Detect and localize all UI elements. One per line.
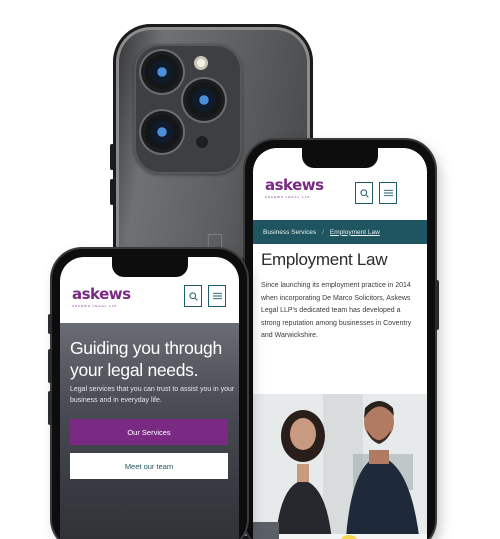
hero-text: Legal services that you can trust to ass… — [70, 386, 235, 404]
volume-up-button — [110, 144, 114, 170]
intro-paragraph: Since launching its employment practice … — [261, 282, 412, 339]
search-icon — [188, 291, 198, 301]
search-button[interactable] — [184, 285, 202, 307]
left-phone: askews ASKEWS LEGAL LLP Guiding you thro… — [48, 249, 247, 539]
breadcrumb-separator: / — [322, 228, 324, 236]
left-phone-screen: askews ASKEWS LEGAL LLP Guiding you thro… — [60, 257, 239, 539]
logo-wordmark: askews — [72, 285, 131, 303]
search-button[interactable] — [355, 182, 373, 204]
menu-icon — [212, 292, 222, 300]
breadcrumb-parent-link[interactable]: Business Services — [263, 229, 316, 236]
camera-module — [134, 44, 242, 174]
menu-button[interactable] — [379, 182, 397, 204]
breadcrumb: Business Services / Employment Law — [253, 220, 427, 244]
hero-heading: Guiding you through your legal needs. — [70, 338, 222, 380]
notch — [111, 257, 188, 277]
mute-switch — [48, 314, 52, 334]
team-photo — [253, 394, 427, 539]
lidar-sensor-icon — [196, 136, 208, 148]
logo-wordmark: askews — [265, 176, 324, 194]
right-phone-screen: askews ASKEWS LEGAL LLP Business Service… — [253, 148, 427, 539]
volume-up-button — [48, 349, 52, 383]
page-title: Employment Law — [261, 250, 388, 269]
camera-lens-icon — [186, 82, 222, 118]
hero-section: Guiding you through your legal needs. Le… — [60, 323, 239, 539]
logo-tagline: ASKEWS LEGAL LLP — [265, 195, 311, 199]
volume-down-button — [110, 179, 114, 205]
camera-lens-icon — [144, 114, 180, 150]
site-header: askews ASKEWS LEGAL LLP — [60, 279, 239, 329]
camera-lens-icon — [144, 54, 180, 90]
site-logo[interactable]: askews ASKEWS LEGAL LLP — [265, 176, 324, 199]
search-icon — [359, 188, 369, 198]
site-logo[interactable]: askews ASKEWS LEGAL LLP — [72, 285, 131, 308]
volume-down-button — [48, 391, 52, 425]
menu-icon — [383, 189, 393, 197]
team-photo-illustration — [253, 394, 427, 539]
site-header: askews ASKEWS LEGAL LLP — [253, 170, 427, 220]
meet-our-team-button[interactable]: Meet our team — [70, 453, 228, 479]
our-services-button[interactable]: Our Services — [70, 419, 228, 445]
notch — [302, 148, 378, 168]
flash-icon — [194, 56, 208, 70]
right-phone: askews ASKEWS LEGAL LLP Business Service… — [241, 140, 439, 539]
breadcrumb-current[interactable]: Employment Law — [330, 229, 380, 236]
menu-button[interactable] — [208, 285, 226, 307]
logo-tagline: ASKEWS LEGAL LLP — [72, 304, 118, 308]
power-button — [435, 280, 439, 330]
